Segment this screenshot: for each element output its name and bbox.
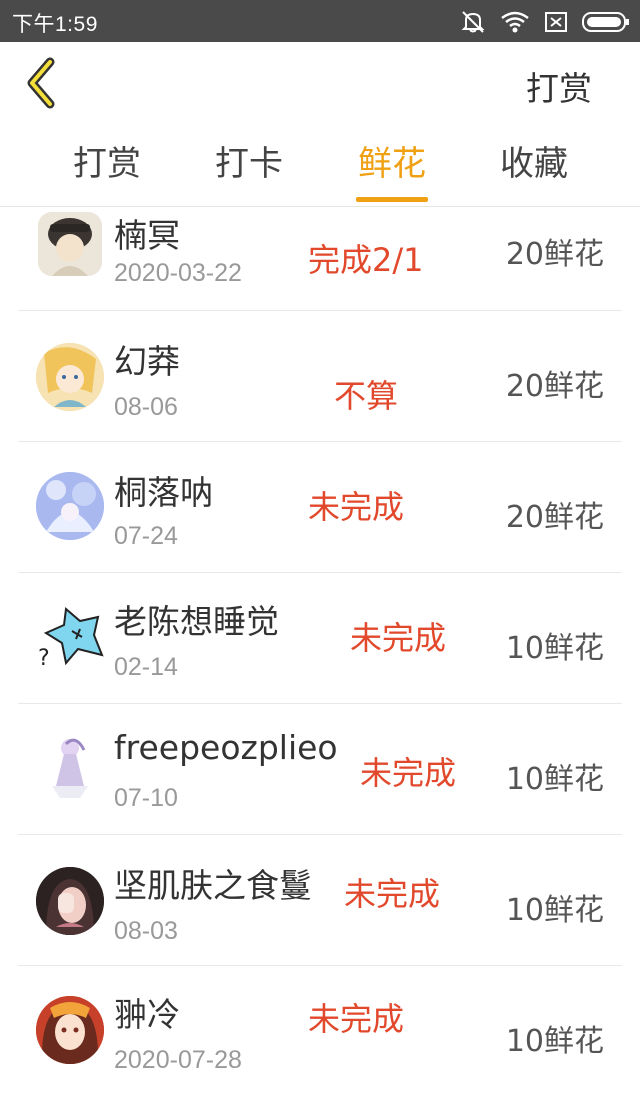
avatar [36, 343, 104, 411]
flower-list: 楠冥 2020-03-22 完成2/1 20鲜花 幻莽 08-06 不算 20鲜… [18, 207, 622, 1096]
user-name: 幻莽 [114, 342, 180, 381]
tab-flowers[interactable]: 鲜花 [354, 136, 430, 202]
task-status: 未完成 [344, 875, 441, 913]
list-item[interactable]: freepeozplieo 07-10 未完成 10鲜花 [18, 704, 622, 835]
task-status: 完成2/1 [308, 241, 424, 279]
tab-favorites[interactable]: 收藏 [496, 136, 572, 202]
tab-label: 打赏 [73, 144, 141, 184]
list-item[interactable]: 翀冷 2020-07-28 未完成 10鲜花 [18, 966, 622, 1096]
tab-bar: 打赏 打卡 鲜花 收藏 [0, 122, 640, 207]
user-name: 楠冥 [114, 216, 180, 255]
task-status: 不算 [334, 377, 399, 415]
flower-amount: 20鲜花 [505, 500, 604, 535]
date-label: 08-06 [114, 393, 178, 421]
status-bar: 下午1:59 [0, 0, 640, 42]
list-item[interactable]: 楠冥 2020-03-22 完成2/1 20鲜花 [18, 207, 622, 311]
date-label: 02-14 [114, 653, 178, 681]
user-name: freepeozplieo [114, 728, 338, 767]
date-label: 07-24 [114, 522, 178, 550]
list-item[interactable]: 坚肌肤之食鬘 08-03 未完成 10鲜花 [18, 835, 622, 966]
chevron-left-icon [27, 57, 55, 109]
avatar [38, 212, 102, 276]
tab-active-indicator [356, 197, 428, 202]
status-icons [460, 8, 630, 36]
task-status: 未完成 [308, 1000, 405, 1038]
tab-reward[interactable]: 打赏 [70, 136, 144, 202]
avatar [36, 734, 104, 802]
user-name: 坚肌肤之食鬘 [114, 866, 312, 905]
avatar [36, 996, 104, 1064]
date-label: 08-03 [114, 917, 178, 945]
flower-amount: 10鲜花 [505, 631, 604, 666]
tab-label: 收藏 [500, 144, 568, 184]
svg-text:?: ? [38, 646, 50, 671]
avatar [36, 472, 104, 540]
list-item[interactable]: 桐落呐 07-24 未完成 20鲜花 [18, 442, 622, 573]
battery-icon [582, 11, 630, 33]
avatar: ? [36, 603, 104, 671]
header-bar: 打赏 [0, 42, 640, 122]
flower-amount: 10鲜花 [505, 893, 604, 928]
user-name: 老陈想睡觉 [114, 602, 279, 641]
flower-amount: 10鲜花 [505, 1024, 604, 1059]
date-label: 07-10 [114, 784, 178, 812]
wifi-icon [500, 10, 530, 34]
task-status: 未完成 [350, 619, 447, 657]
user-name: 桐落呐 [114, 473, 213, 512]
back-button[interactable] [20, 56, 64, 110]
tab-checkin[interactable]: 打卡 [212, 136, 286, 202]
task-status: 未完成 [360, 754, 457, 792]
flower-amount: 20鲜花 [505, 369, 604, 404]
flower-amount: 10鲜花 [505, 762, 604, 797]
task-status: 未完成 [308, 488, 405, 526]
list-item[interactable]: ? 老陈想睡觉 02-14 未完成 10鲜花 [18, 573, 622, 704]
reward-action-button[interactable]: 打赏 [526, 62, 592, 110]
list-item[interactable]: 幻莽 08-06 不算 20鲜花 [18, 311, 622, 442]
sim-icon [544, 11, 568, 33]
tab-label: 鲜花 [358, 144, 426, 184]
tab-label: 打卡 [215, 144, 283, 184]
status-time: 下午1:59 [12, 13, 98, 36]
user-name: 翀冷 [114, 995, 180, 1034]
flower-amount: 20鲜花 [505, 237, 604, 272]
date-label: 2020-03-22 [114, 259, 242, 287]
avatar [36, 867, 104, 935]
date-label: 2020-07-28 [114, 1046, 242, 1074]
mute-icon [460, 9, 486, 35]
